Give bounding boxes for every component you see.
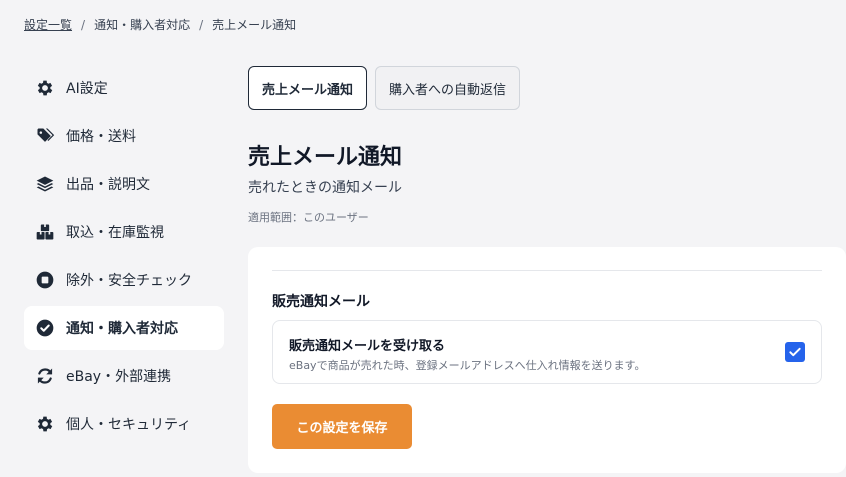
sidebar-item-import-stock[interactable]: 取込・在庫監視 bbox=[24, 210, 224, 254]
breadcrumb: 設定一覧 / 通知・購入者対応 / 売上メール通知 bbox=[24, 16, 296, 33]
sidebar-item-price-shipping[interactable]: 価格・送料 bbox=[24, 114, 224, 158]
sidebar-item-ai-settings[interactable]: AI設定 bbox=[24, 66, 224, 110]
tab-auto-reply[interactable]: 購入者への自動返信 bbox=[375, 66, 521, 110]
page-title: 売上メール通知 bbox=[248, 145, 403, 170]
sidebar-item-label: eBay・外部連携 bbox=[66, 369, 172, 385]
section-title: 販売通知メール bbox=[272, 294, 370, 310]
email-option-row[interactable]: 販売通知メールを受け取る eBayで商品が売れた時、登録メールアドレスへ仕入れ情… bbox=[272, 320, 822, 384]
option-description: eBayで商品が売れた時、登録メールアドレスへ仕入れ情報を送ります。 bbox=[289, 359, 646, 372]
sidebar: AI設定 価格・送料 出品・説明文 取込・在庫監視 除外・安全チェック 通知・購… bbox=[24, 66, 224, 450]
sidebar-item-label: 除外・安全チェック bbox=[66, 273, 192, 289]
gear-icon bbox=[34, 77, 56, 99]
breadcrumb-separator: / bbox=[199, 17, 204, 32]
sync-icon bbox=[34, 365, 56, 387]
check-circle-icon bbox=[34, 317, 56, 339]
settings-card: 販売通知メール 販売通知メールを受け取る eBayで商品が売れた時、登録メールア… bbox=[248, 247, 846, 473]
breadcrumb-item-notifications: 通知・購入者対応 bbox=[94, 18, 191, 32]
breadcrumb-separator: / bbox=[81, 17, 86, 32]
divider bbox=[272, 270, 822, 271]
stop-circle-icon bbox=[34, 269, 56, 291]
save-settings-button[interactable]: この設定を保存 bbox=[272, 404, 412, 449]
option-title: 販売通知メールを受け取る bbox=[289, 339, 446, 354]
sidebar-item-label: 取込・在庫監視 bbox=[66, 225, 164, 241]
tab-sales-email[interactable]: 売上メール通知 bbox=[248, 66, 368, 110]
scope-label: 適用範囲：このユーザー bbox=[248, 211, 369, 224]
sidebar-item-personal-security[interactable]: 個人・セキュリティ bbox=[24, 402, 224, 446]
sidebar-item-notifications[interactable]: 通知・購入者対応 bbox=[24, 306, 224, 350]
breadcrumb-item-current: 売上メール通知 bbox=[212, 18, 297, 32]
boxes-icon bbox=[34, 221, 56, 243]
sidebar-item-label: 通知・購入者対応 bbox=[66, 321, 178, 337]
sidebar-item-label: 出品・説明文 bbox=[66, 177, 150, 193]
breadcrumb-link-settings[interactable]: 設定一覧 bbox=[24, 16, 72, 33]
receive-email-checkbox[interactable] bbox=[785, 342, 805, 362]
sidebar-item-exclusion-safety[interactable]: 除外・安全チェック bbox=[24, 258, 224, 302]
layers-icon bbox=[34, 173, 56, 195]
sidebar-item-ebay-integration[interactable]: eBay・外部連携 bbox=[24, 354, 224, 398]
tab-bar: 売上メール通知 購入者への自動返信 bbox=[248, 66, 846, 110]
checkmark-icon bbox=[789, 347, 801, 357]
tag-icon bbox=[34, 125, 56, 147]
sidebar-item-label: AI設定 bbox=[66, 81, 108, 97]
sidebar-item-label: 価格・送料 bbox=[66, 129, 136, 145]
gear-icon bbox=[34, 413, 56, 435]
sidebar-item-listing[interactable]: 出品・説明文 bbox=[24, 162, 224, 206]
sidebar-item-label: 個人・セキュリティ bbox=[66, 417, 192, 433]
page-subtitle: 売れたときの通知メール bbox=[248, 180, 402, 196]
main-content: 売上メール通知 購入者への自動返信 売上メール通知 売れたときの通知メール 適用… bbox=[248, 66, 846, 473]
